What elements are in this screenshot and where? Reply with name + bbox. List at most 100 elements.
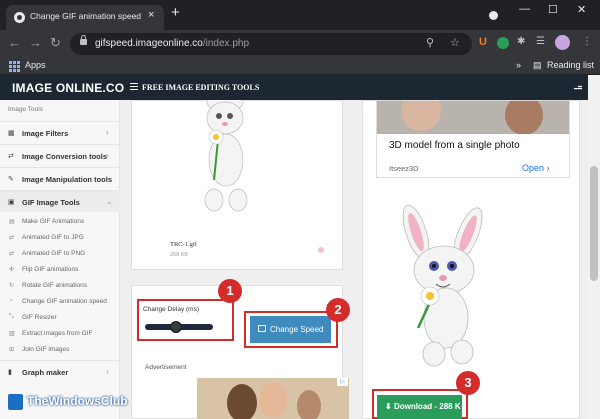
change-speed-label: Change Speed: [270, 325, 324, 334]
sidebar-section-label: Image Filters: [22, 129, 69, 138]
ad-photo-person: [227, 384, 257, 419]
sidebar-item-label: Extract images from GIF: [22, 330, 93, 337]
chevron-right-icon: ›: [106, 367, 109, 376]
address-bar[interactable]: gifspeed.imageonline.co/index.php ⚲ ☆: [70, 33, 472, 55]
filter-icon: ▦: [8, 130, 15, 137]
site-logo[interactable]: IMAGE ONLINE.CO: [12, 81, 124, 95]
page-scrollbar-thumb[interactable]: [590, 166, 598, 281]
sidebar-item-label: GIF Resizer: [22, 314, 57, 321]
free-tools-link[interactable]: FREE IMAGE EDITING TOOLS: [142, 83, 259, 92]
maximize-window-icon[interactable]: ☐: [548, 3, 558, 16]
watermark-text: TheWindowsClub: [27, 394, 128, 408]
back-icon[interactable]: ←: [8, 35, 21, 50]
minimize-window-icon[interactable]: —: [519, 3, 530, 15]
close-window-icon[interactable]: ✕: [577, 3, 586, 16]
zoom-icon[interactable]: ⚲: [426, 36, 434, 49]
advertisement-image[interactable]: [197, 378, 349, 419]
sidebar-item-rotate-gif[interactable]: ↻ Rotate GIF animations: [0, 279, 120, 293]
profile-avatar[interactable]: [555, 35, 570, 50]
extension-u-icon[interactable]: U: [479, 36, 487, 48]
sidebar-item-make-gif[interactable]: ▤ Make GIF Animations: [0, 215, 120, 229]
grid-icon: ▤: [9, 219, 15, 225]
sidebar-item-gif-to-jpg[interactable]: ⇄ Animated GIF to JPG: [0, 231, 120, 245]
join-icon: ⊞: [9, 347, 15, 353]
sidebar-ad[interactable]: 3D model from a single photo Itseez3D Op…: [376, 100, 570, 178]
bunny-preview-image: [204, 100, 248, 212]
apps-bookmark[interactable]: Apps: [25, 60, 46, 70]
sidebar-item-label: Join GIF images: [22, 346, 70, 353]
sidebar-section-image-filters[interactable]: ▦ Image Filters ›: [0, 121, 120, 143]
apps-grid-icon[interactable]: [9, 61, 20, 72]
sidebar-item-extract-images[interactable]: ▥ Extract images from GIF: [0, 327, 120, 341]
reload-icon[interactable]: ↻: [50, 35, 61, 51]
sidebar-item-label: Make GIF Animations: [22, 218, 85, 225]
sidebar-section-label: Graph maker: [22, 368, 69, 377]
sidebar-item-gif-to-png[interactable]: ⇄ Animated GIF to PNG: [0, 247, 120, 261]
bunny-result-image: [402, 204, 483, 367]
download-label: ⬇ Download - 288 K: [385, 402, 461, 411]
forward-icon[interactable]: →: [29, 35, 42, 50]
ad-source: Itseez3D: [389, 164, 419, 173]
sidebar-item-gif-resizer[interactable]: ⤡ GIF Resizer: [0, 311, 120, 325]
url-text: gifspeed.imageonline.co/index.php: [95, 38, 249, 49]
url-path: /index.php: [202, 38, 250, 49]
sidebar-item-change-speed[interactable]: ◔ Change GIF animation speed: [0, 295, 120, 309]
extension-c-icon[interactable]: [497, 37, 509, 49]
sidebar-item-join-gif[interactable]: ⊞ Join GIF images: [0, 343, 120, 357]
browser-tab-strip: Change GIF animation speed - Fr × + — ☐ …: [0, 0, 600, 30]
delay-slider-thumb[interactable]: [169, 321, 182, 333]
sidebar-item-label: Flip GIF animations: [22, 266, 79, 273]
sidebar-section-conversion[interactable]: ⇄ Image Conversion tools ›: [0, 144, 120, 166]
annotation-badge-3: 3: [456, 371, 480, 395]
reading-mode-icon[interactable]: ☰: [536, 36, 545, 47]
sidebar-item-label: Rotate GIF animations: [22, 282, 88, 289]
sidebar-section-label: Image Manipulation tools: [22, 175, 113, 184]
close-tab-icon[interactable]: ×: [148, 9, 154, 21]
tools-sidebar: Image Tools ▦ Image Filters › ⇄ Image Co…: [0, 100, 120, 419]
chevron-right-icon: ›: [106, 151, 109, 160]
file-size: 268 KB: [170, 252, 189, 258]
ad-open-link[interactable]: Open ›: [522, 163, 550, 173]
delay-label: Change Delay (ms): [143, 306, 199, 313]
reading-list-icon[interactable]: ▤: [533, 60, 542, 71]
more-menu-icon[interactable]: ⋮: [582, 36, 592, 47]
shuffle-icon: ⇄: [9, 251, 15, 257]
watermark: TheWindowsClub: [8, 391, 128, 415]
ad-photo-person: [297, 390, 321, 419]
record-icon[interactable]: [489, 11, 498, 20]
screenshot-root: Change GIF animation speed - Fr × + — ☐ …: [0, 0, 600, 419]
chevron-right-icon: ›: [106, 174, 109, 183]
download-button[interactable]: ⬇ Download - 288 K: [377, 395, 462, 419]
lock-icon: [80, 35, 87, 45]
sidebar-section-gif-tools[interactable]: ▣ GIF Image Tools ⌄: [0, 190, 120, 212]
ad-photo-person: [401, 101, 441, 131]
globe-icon: [14, 12, 25, 23]
sidebar-item-flip-gif[interactable]: ✣ Flip GIF animations: [0, 263, 120, 277]
extensions-icon[interactable]: ✱: [517, 36, 525, 47]
us-flag-icon[interactable]: [574, 85, 582, 90]
rotate-icon: ↻: [9, 283, 15, 289]
remove-file-icon[interactable]: [318, 247, 324, 253]
sidebar-section-graph-maker[interactable]: ▮ Graph maker ›: [0, 360, 120, 382]
resize-icon: ⤡: [9, 314, 14, 320]
gif-icon: ▣: [8, 199, 15, 206]
advertisement-label: Advertisement: [145, 364, 187, 371]
change-speed-button[interactable]: Change Speed: [250, 316, 331, 343]
shuffle-icon: ⇄: [9, 235, 15, 241]
browser-tab[interactable]: Change GIF animation speed - Fr ×: [6, 5, 164, 30]
sidebar-section-label: GIF Image Tools: [22, 198, 80, 207]
file-name: TRC-1.gif: [170, 241, 197, 248]
chevron-down-icon: ⌄: [106, 197, 113, 206]
new-tab-button[interactable]: +: [171, 4, 180, 21]
hamburger-menu-icon[interactable]: [130, 83, 138, 90]
reading-list-button[interactable]: Reading list: [547, 60, 594, 70]
star-icon[interactable]: ☆: [450, 36, 460, 49]
sidebar-section-manipulation[interactable]: ✎ Image Manipulation tools ›: [0, 167, 120, 189]
ad-choices-icon[interactable]: ▷: [337, 378, 348, 386]
chevron-right-icon[interactable]: »: [516, 60, 521, 70]
sidebar-section-label: Image Conversion tools: [22, 152, 108, 161]
url-host: gifspeed.imageonline.co: [95, 38, 203, 49]
annotation-badge-2: 2: [326, 298, 350, 322]
shuffle-icon: ⇄: [8, 153, 14, 160]
download-text: Download - 288 K: [393, 402, 461, 411]
